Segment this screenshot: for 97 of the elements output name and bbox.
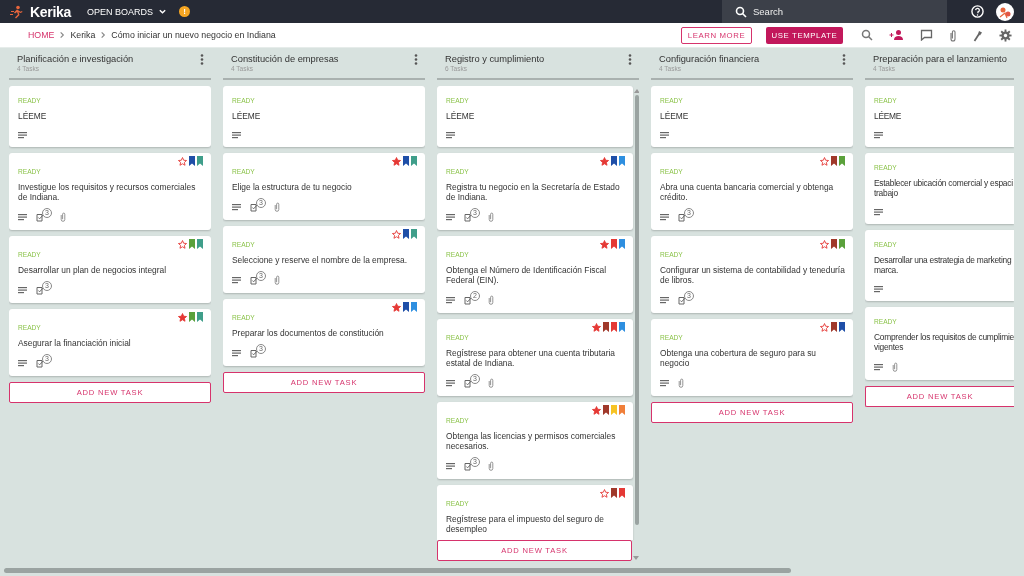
description-icon (232, 349, 241, 357)
task-title: Obtenga las licencias y permisos comerciales necesarios. (446, 431, 617, 451)
scrollbar-thumb[interactable] (4, 568, 791, 573)
description-icon (874, 208, 883, 216)
avatar-icon[interactable] (996, 2, 1014, 21)
star-outline-icon[interactable] (392, 229, 401, 239)
app-logo[interactable]: Kerika (30, 3, 71, 20)
search-bar[interactable]: Search (722, 0, 947, 23)
task-title: Desarrollar una estrategia de marketing marca. (874, 255, 1013, 275)
home-link[interactable]: HOME (28, 30, 55, 40)
task-title: Desarrollar un plan de negocios integral (18, 265, 168, 275)
description-icon (18, 213, 27, 221)
star-icon[interactable] (592, 405, 601, 415)
description-icon (18, 131, 27, 139)
search-icon (735, 5, 747, 18)
description-icon (660, 379, 669, 387)
task-title: Asegurar la financiación inicial (18, 338, 132, 348)
task-title: Regístrese para obtener una cuenta tributaria estatal de Indiana. (446, 348, 616, 368)
task-title: Obtenga una cobertura de seguro para su negocio (660, 348, 817, 368)
task-title: Elige la estructura de tu negocio (232, 182, 353, 192)
description-icon (446, 131, 455, 139)
description-icon (232, 203, 241, 211)
description-icon (874, 363, 883, 371)
star-outline-icon[interactable] (178, 239, 187, 249)
description-icon (660, 213, 669, 221)
paperclip-icon (488, 378, 494, 388)
scrollbar-thumb[interactable] (634, 95, 639, 525)
column-title: Configuración financiera (659, 54, 760, 65)
description-icon (874, 131, 883, 139)
search-icon[interactable] (861, 29, 873, 41)
task-title: LÉEME (446, 111, 476, 121)
column-title: Preparación para el lanzamiento (873, 54, 1007, 65)
task-title: LÉEME (660, 111, 690, 121)
star-icon[interactable] (392, 302, 401, 312)
description-icon (232, 131, 241, 139)
settings-icon[interactable] (999, 28, 1012, 42)
task-title: Comprender los requisitos de cumplimie vigentes (874, 332, 1014, 352)
more-vertical-icon[interactable] (628, 54, 632, 65)
paperclip-icon (488, 461, 494, 471)
more-vertical-icon[interactable] (842, 54, 846, 65)
description-icon (660, 131, 669, 139)
paperclip-icon (678, 378, 684, 388)
wrench-icon[interactable] (973, 28, 983, 42)
paperclip-icon (274, 202, 280, 212)
star-icon[interactable] (392, 156, 401, 166)
description-icon (446, 379, 455, 387)
task-title: LÉEME (874, 111, 903, 121)
add-person-icon[interactable] (889, 29, 904, 41)
column-title: Registro y cumplimiento (445, 54, 545, 65)
task-title: LÉEME (232, 111, 262, 121)
description-icon (446, 462, 455, 470)
column-title: Planificación e investigación (17, 54, 134, 65)
description-icon (446, 296, 455, 304)
description-icon (18, 286, 27, 294)
task-title: LÉEME (18, 111, 48, 121)
breadcrumb-link[interactable]: Kerika (70, 30, 96, 40)
paperclip-icon (60, 212, 66, 222)
star-outline-icon[interactable] (820, 156, 829, 166)
paperclip-icon (892, 362, 898, 372)
task-title: Abra una cuenta bancaria comercial y obtenga crédito. (660, 182, 835, 202)
chevron-right-icon (58, 30, 67, 40)
comment-icon[interactable] (920, 29, 933, 41)
search-field[interactable]: Search (753, 6, 903, 17)
description-icon (18, 359, 27, 367)
description-icon (874, 285, 883, 293)
star-icon[interactable] (178, 312, 187, 322)
open-boards-menu[interactable]: OPEN BOARDS (87, 6, 168, 17)
task-title: Seleccione y reserve el nombre de la empresa. (232, 255, 409, 265)
column-title: Constitución de empresas (231, 54, 339, 65)
description-icon (446, 213, 455, 221)
star-icon[interactable] (600, 239, 609, 249)
star-icon[interactable] (600, 156, 609, 166)
paperclip-icon (488, 212, 494, 222)
task-title: Registra tu negocio en la Secretaría de Estado de Indiana. (446, 182, 621, 202)
chevron-down-icon (158, 7, 168, 16)
task-title: Regístrese para el impuesto del seguro de desempleo (446, 514, 605, 534)
task-title: Obtenga el Número de Identificación Fiscal Federal (EIN). (446, 265, 608, 285)
task-title: Investigue los requisitos y recursos comerciales de Indiana. (18, 182, 197, 202)
task-title: Preparar los documentos de constitución (232, 328, 385, 338)
runner-icon (10, 4, 24, 19)
star-icon[interactable] (592, 322, 601, 332)
paperclip-icon (488, 295, 494, 305)
description-icon (660, 296, 669, 304)
paperclip-icon[interactable] (949, 28, 957, 42)
description-icon (232, 276, 241, 284)
chevron-right-icon (99, 30, 108, 40)
task-title: Configurar un sistema de contabilidad y teneduría de libros. (660, 265, 845, 285)
star-outline-icon[interactable] (178, 156, 187, 166)
board-title: Cómo iniciar un nuevo negocio en Indiana (111, 30, 276, 40)
star-outline-icon[interactable] (820, 322, 829, 332)
more-vertical-icon[interactable] (414, 54, 418, 65)
star-outline-icon[interactable] (600, 488, 609, 498)
paperclip-icon (274, 275, 280, 285)
help-icon[interactable] (971, 5, 984, 18)
task-title: Establecer ubicación comercial y espaci trabajo (874, 178, 1014, 198)
more-vertical-icon[interactable] (200, 54, 204, 65)
star-outline-icon[interactable] (820, 239, 829, 249)
